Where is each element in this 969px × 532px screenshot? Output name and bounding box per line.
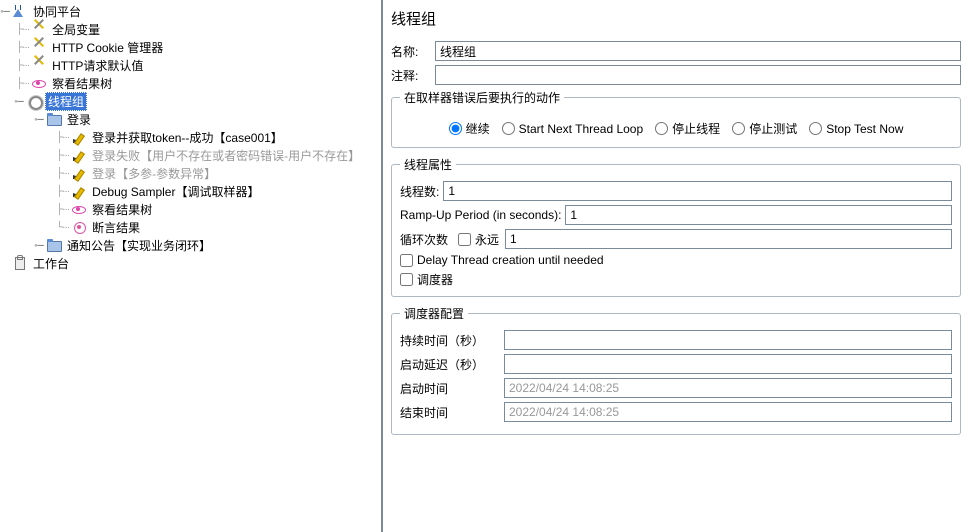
start-delay-input[interactable] <box>504 354 952 374</box>
tree-node-http-defaults[interactable]: ├··· HTTP请求默认值 <box>0 56 381 74</box>
on-error-group: 在取样器错误后要执行的动作 继续 Start Next Thread Loop … <box>391 89 961 148</box>
end-time-label: 结束时间 <box>400 404 500 421</box>
config-icon <box>31 21 47 37</box>
tree-node-global-vars[interactable]: ├··· 全局变量 <box>0 20 381 38</box>
tree-label: 全局变量 <box>50 21 102 38</box>
tree-node-login-controller[interactable]: ◦─ 登录 <box>0 110 381 128</box>
thread-props-group: 线程属性 线程数: Ramp-Up Period (in seconds): 循… <box>391 156 961 297</box>
ramp-label: Ramp-Up Period (in seconds): <box>400 208 561 222</box>
tree-node-results-tree[interactable]: ├··· 察看结果树 <box>0 74 381 92</box>
assertion-icon <box>71 219 87 235</box>
expand-icon[interactable]: ◦─ <box>34 114 44 124</box>
tree-label: 察看结果树 <box>90 201 154 218</box>
tree-label: 通知公告【实现业务闭环】 <box>65 237 213 254</box>
tree-connector: ├··· <box>56 150 69 161</box>
tree-connector: ├··· <box>56 132 69 143</box>
thread-group-editor: 线程组 名称: 注释: 在取样器错误后要执行的动作 继续 Start Next … <box>383 0 969 532</box>
expand-icon[interactable]: ◦─ <box>34 240 44 250</box>
start-delay-label: 启动延迟（秒） <box>400 356 500 373</box>
test-plan-tree[interactable]: ◦─ 协同平台 ├··· 全局变量 ├··· HTTP Cookie 管理器 ├… <box>0 0 383 532</box>
radio-continue[interactable]: 继续 <box>449 120 490 137</box>
collapse-icon[interactable]: ◦─ <box>0 6 10 16</box>
expand-icon[interactable]: ◦─ <box>14 96 24 106</box>
comment-input[interactable] <box>435 65 961 85</box>
tree-connector: ├··· <box>16 42 29 53</box>
tree-connector: ├··· <box>16 24 29 35</box>
on-error-legend: 在取样器错误后要执行的动作 <box>400 89 564 106</box>
tree-label: 协同平台 <box>31 3 83 20</box>
tree-label: HTTP Cookie 管理器 <box>50 39 165 56</box>
tree-label: 登录并获取token--成功【case001】 <box>90 129 285 146</box>
tree-node-thread-group[interactable]: ◦─ 线程组 <box>0 92 381 110</box>
listener-icon <box>31 75 47 91</box>
controller-icon <box>46 237 62 253</box>
thread-props-legend: 线程属性 <box>400 156 456 173</box>
testplan-icon <box>12 3 28 19</box>
sampler-icon <box>71 147 87 163</box>
loops-input[interactable] <box>505 229 952 249</box>
start-time-input <box>504 378 952 398</box>
loops-label: 循环次数 <box>400 231 448 248</box>
delay-label: Delay Thread creation until needed <box>417 253 604 267</box>
sampler-icon <box>71 165 87 181</box>
radio-stop-now[interactable]: Stop Test Now <box>809 122 903 136</box>
tree-node-login-multi[interactable]: ├··· 登录【多参-参数异常】 <box>0 164 381 182</box>
tree-label: Debug Sampler【调试取样器】 <box>90 183 261 200</box>
sampler-icon <box>71 183 87 199</box>
scheduler-checkbox[interactable] <box>400 273 413 286</box>
tree-label: 登录失败【用户不存在或者密码错误-用户不存在】 <box>90 147 362 164</box>
threads-label: 线程数: <box>400 183 439 200</box>
tree-connector: └··· <box>56 222 69 233</box>
tree-connector: ├··· <box>56 168 69 179</box>
config-icon <box>31 57 47 73</box>
comment-label: 注释: <box>391 67 431 84</box>
tree-node-workbench[interactable]: · 工作台 <box>0 254 381 272</box>
sampler-icon <box>71 129 87 145</box>
radio-stop-thread[interactable]: 停止线程 <box>655 120 720 137</box>
config-icon <box>31 39 47 55</box>
name-label: 名称: <box>391 43 431 60</box>
tree-label: HTTP请求默认值 <box>50 57 145 74</box>
tree-label: 登录【多参-参数异常】 <box>90 165 218 182</box>
tree-connector: ├··· <box>16 78 29 89</box>
tree-label: 察看结果树 <box>50 75 114 92</box>
tree-node-notice[interactable]: ◦─ 通知公告【实现业务闭环】 <box>0 236 381 254</box>
end-time-input <box>504 402 952 422</box>
radio-stop-test[interactable]: 停止测试 <box>732 120 797 137</box>
duration-label: 持续时间（秒） <box>400 332 500 349</box>
tree-connector: ├··· <box>56 186 69 197</box>
tree-node-root[interactable]: ◦─ 协同平台 <box>0 2 381 20</box>
delay-creation-checkbox[interactable] <box>400 254 413 267</box>
tree-connector: ├··· <box>16 60 29 71</box>
ramp-input[interactable] <box>565 205 952 225</box>
threadgroup-icon <box>26 93 42 109</box>
workbench-icon <box>12 255 28 271</box>
scheduler-label: 调度器 <box>417 271 453 288</box>
tree-node-assert-results[interactable]: └··· 断言结果 <box>0 218 381 236</box>
tree-label: 断言结果 <box>90 219 142 236</box>
start-time-label: 启动时间 <box>400 380 500 397</box>
threads-input[interactable] <box>443 181 952 201</box>
tree-node-case001[interactable]: ├··· 登录并获取token--成功【case001】 <box>0 128 381 146</box>
controller-icon <box>46 111 62 127</box>
listener-icon <box>71 201 87 217</box>
tree-node-debug-sampler[interactable]: ├··· Debug Sampler【调试取样器】 <box>0 182 381 200</box>
tree-node-login-fail[interactable]: ├··· 登录失败【用户不存在或者密码错误-用户不存在】 <box>0 146 381 164</box>
panel-title: 线程组 <box>391 4 961 33</box>
tree-label: 工作台 <box>31 255 71 272</box>
duration-input[interactable] <box>504 330 952 350</box>
tree-connector: ├··· <box>56 204 69 215</box>
scheduler-config-legend: 调度器配置 <box>400 305 468 322</box>
name-input[interactable] <box>435 41 961 61</box>
tree-label: 线程组 <box>45 92 87 111</box>
scheduler-config-group: 调度器配置 持续时间（秒） 启动延迟（秒） 启动时间 结束时间 <box>391 305 961 435</box>
tree-label: 登录 <box>65 111 93 128</box>
tree-node-results-tree-2[interactable]: ├··· 察看结果树 <box>0 200 381 218</box>
forever-checkbox[interactable]: 永远 <box>458 231 499 248</box>
tree-node-cookie-mgr[interactable]: ├··· HTTP Cookie 管理器 <box>0 38 381 56</box>
radio-next-loop[interactable]: Start Next Thread Loop <box>502 122 644 136</box>
